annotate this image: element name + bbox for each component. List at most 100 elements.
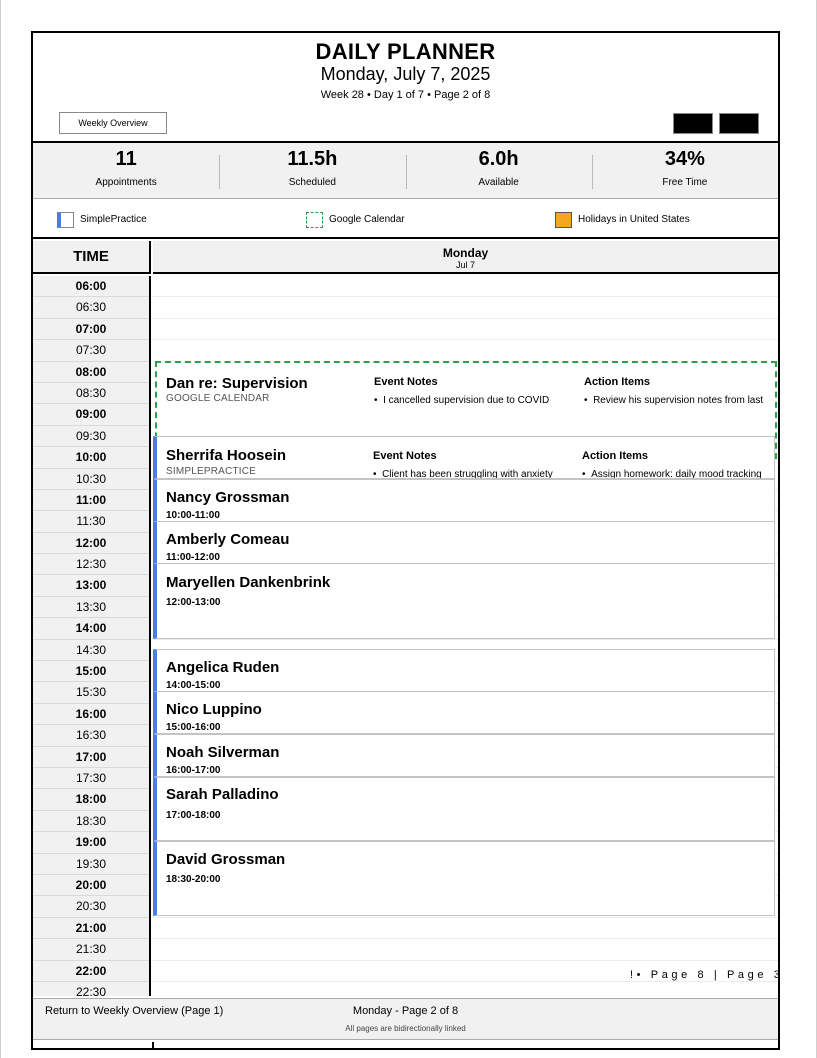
time-slot: 19:30 — [33, 854, 149, 875]
event-time: 17:00-18:00 — [166, 810, 221, 821]
legend-simplepractice: SimplePractice — [57, 212, 147, 228]
time-slot: 17:30 — [33, 768, 149, 790]
time-slot: 20:30 — [33, 896, 149, 918]
time-slot: 20:00 — [33, 875, 149, 897]
stat-scheduled: 11.5h Scheduled — [219, 143, 405, 198]
time-slot: 21:00 — [33, 918, 149, 940]
time-slot: 14:30 — [33, 640, 149, 662]
action-item: • Assign homework: daily mood tracking — [582, 469, 762, 479]
page-links[interactable]: !• Page 8 | Page 3 — [630, 969, 783, 981]
time-slot: 09:00 — [33, 404, 149, 426]
time-slot: 18:30 — [33, 811, 149, 833]
grid-row[interactable] — [153, 276, 778, 298]
time-slot: 07:00 — [33, 319, 149, 341]
next-day-button[interactable] — [719, 113, 759, 134]
time-slot: 09:30 — [33, 426, 149, 448]
google-calendar-swatch — [306, 212, 323, 228]
event-source: SIMPLEPRACTICE — [166, 466, 257, 477]
grid-row[interactable] — [153, 918, 778, 940]
weekly-overview-button[interactable]: Weekly Overview — [59, 112, 167, 134]
event-time: 15:00-16:00 — [166, 722, 221, 733]
stat-value: 34% — [664, 148, 705, 170]
schedule-grid: Dan re: Supervision GOOGLE CALENDAR Even… — [153, 276, 778, 1004]
event-sherrifa-hoosein[interactable]: Sherrifa Hoosein SIMPLEPRACTICE Event No… — [153, 436, 775, 479]
stat-value: 11 — [115, 148, 137, 170]
event-time: 10:00-11:00 — [166, 510, 220, 521]
event-title: Nancy Grossman — [166, 489, 290, 506]
day-column-header: Monday Jul 7 — [153, 241, 778, 274]
legend-label: Google Calendar — [329, 214, 405, 225]
event-title: Sherrifa Hoosein — [166, 447, 287, 464]
grid-row[interactable] — [153, 319, 778, 341]
stat-free-time: 34% Free Time — [591, 143, 778, 198]
page-title: DAILY PLANNER — [315, 39, 496, 64]
time-slot: 12:00 — [33, 533, 149, 555]
previous-day-button[interactable] — [673, 113, 713, 134]
grid-row[interactable] — [153, 340, 778, 362]
time-slot: 15:30 — [33, 682, 149, 704]
time-slot: 12:30 — [33, 554, 149, 576]
event-nico-luppino[interactable]: Nico Luppino 15:00-16:00 — [153, 691, 775, 734]
event-time: 18:30-20:00 — [166, 874, 221, 885]
time-slot: 21:30 — [33, 939, 149, 961]
time-slot: 17:00 — [33, 747, 149, 768]
event-angelica-ruden[interactable]: Angelica Ruden 14:00-15:00 — [153, 649, 775, 692]
stat-value: 11.5h — [287, 148, 338, 170]
time-column-header: TIME — [33, 241, 151, 274]
stat-label: Appointments — [95, 177, 157, 188]
page-edge-left — [0, 0, 1, 1058]
time-slot: 13:00 — [33, 575, 149, 597]
event-source: GOOGLE CALENDAR — [166, 393, 270, 404]
event-time: 11:00-12:00 — [166, 552, 220, 563]
event-note-text: I cancelled supervision due to COVID — [383, 395, 550, 406]
time-slot: 06:00 — [33, 276, 149, 298]
event-title: David Grossman — [166, 851, 286, 868]
page-meta: Week 28 • Day 1 of 7 • Page 2 of 8 — [320, 89, 491, 101]
action-item-text: Assign homework: daily mood tracking — [591, 469, 762, 479]
event-maryellen-dankenbrink[interactable]: Maryellen Dankenbrink 12:00-13:00 — [153, 563, 775, 639]
time-slot: 06:30 — [33, 297, 149, 319]
event-time: 16:00-17:00 — [166, 765, 221, 776]
time-slot: 08:30 — [33, 383, 149, 405]
time-slot: 07:30 — [33, 340, 149, 362]
time-slot: 11:00 — [33, 490, 149, 512]
page-date: Monday, July 7, 2025 — [320, 64, 491, 84]
time-slot: 16:00 — [33, 704, 149, 726]
event-title: Nico Luppino — [166, 701, 262, 718]
event-time: 12:00-13:00 — [166, 597, 221, 608]
action-item: • Review his supervision notes from last — [584, 395, 764, 406]
time-slot: 14:00 — [33, 618, 149, 640]
day-date: Jul 7 — [455, 260, 475, 270]
time-slot: 22:00 — [33, 961, 149, 982]
time-slot: 10:30 — [33, 469, 149, 490]
event-david-grossman[interactable]: David Grossman 18:30-20:00 — [153, 841, 775, 916]
event-time: 14:00-15:00 — [166, 680, 221, 691]
event-sarah-palladino[interactable]: Sarah Palladino 17:00-18:00 — [153, 777, 775, 841]
event-notes-label: Event Notes — [374, 376, 438, 388]
stat-available: 6.0h Available — [405, 143, 592, 198]
day-name: Monday — [442, 246, 489, 260]
action-item-text: Review his supervision notes from last — [593, 395, 764, 406]
grid-row[interactable] — [153, 297, 778, 319]
legend-holidays: Holidays in United States — [555, 212, 690, 228]
event-title: Angelica Ruden — [166, 659, 280, 676]
footer-divider-tick — [152, 1042, 154, 1048]
stat-label: Free Time — [662, 177, 708, 188]
event-note-text: Client has been struggling with anxiety — [382, 469, 553, 479]
event-noah-silverman[interactable]: Noah Silverman 16:00-17:00 — [153, 734, 775, 777]
simplepractice-swatch — [57, 212, 74, 228]
stats-bar: 11 Appointments 11.5h Scheduled 6.0h Ava… — [33, 143, 778, 199]
event-nancy-grossman[interactable]: Nancy Grossman 10:00-11:00 — [153, 479, 775, 522]
event-title: Noah Silverman — [166, 744, 280, 761]
event-notes-label: Event Notes — [373, 450, 437, 462]
stat-value: 6.0h — [478, 148, 519, 170]
grid-row[interactable] — [153, 939, 778, 961]
planner-footer: Return to Weekly Overview (Page 1) Monda… — [33, 998, 778, 1040]
page-indicator: Monday - Page 2 of 8 — [352, 1005, 459, 1017]
stat-label: Available — [478, 177, 519, 188]
event-amberly-comeau[interactable]: Amberly Comeau 11:00-12:00 — [153, 521, 775, 564]
stat-label: Scheduled — [288, 177, 336, 188]
event-title: Amberly Comeau — [166, 531, 290, 548]
event-note-item: • I cancelled supervision due to COVID — [374, 395, 550, 406]
legend-label: SimplePractice — [80, 214, 147, 225]
